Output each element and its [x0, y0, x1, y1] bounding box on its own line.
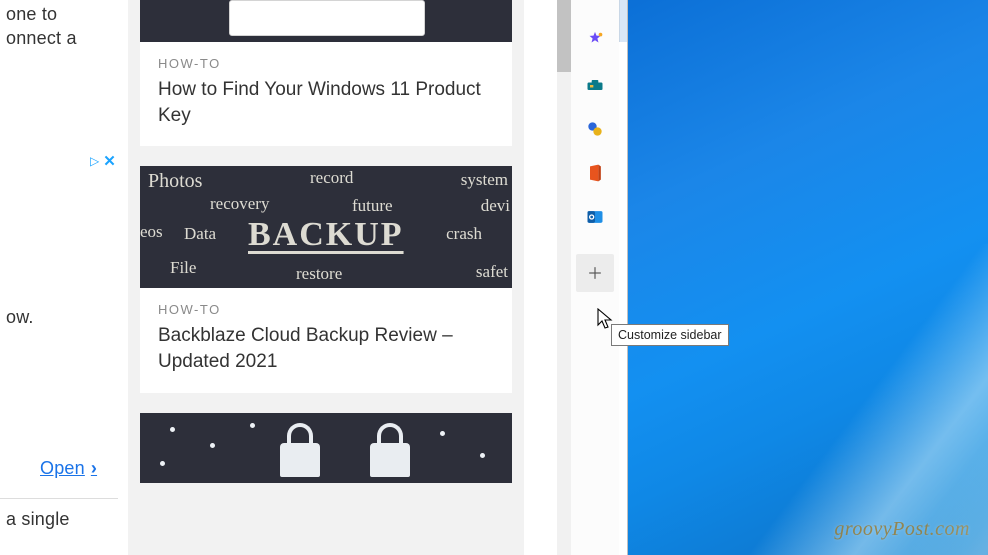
tools-icon[interactable]: [582, 72, 608, 98]
chalk-word: Photos: [148, 170, 202, 193]
chalk-word: crash: [446, 224, 482, 244]
chalk-word-main: BACKUP: [248, 216, 404, 254]
body-text-fragment: ow.: [6, 305, 114, 329]
office-icon[interactable]: [582, 160, 608, 186]
adchoices-icon[interactable]: ▷: [90, 154, 99, 168]
watermark-text: groovyPost.com: [834, 518, 970, 541]
chalk-word: Data: [184, 224, 216, 244]
plus-icon: [585, 263, 605, 283]
chalk-word: devi: [481, 196, 510, 216]
browser-window: one to onnect a ow. Open › a single ▷ ✕: [0, 0, 628, 555]
article-thumbnail: [140, 0, 512, 42]
customize-sidebar-button[interactable]: [576, 254, 614, 292]
tab-strip-edge: [619, 0, 627, 42]
chalk-word: recovery: [210, 194, 269, 214]
article-thumbnail: [140, 413, 512, 483]
article-title: Backblaze Cloud Backup Review – Updated …: [158, 323, 494, 374]
article-card[interactable]: HOW-TO How to Find Your Windows 11 Produ…: [140, 0, 512, 146]
tooltip: Customize sidebar: [611, 324, 729, 346]
ad-open-link[interactable]: Open ›: [40, 456, 97, 480]
chalk-word: record: [310, 168, 353, 188]
window-right-edge: [619, 42, 627, 555]
chalk-word: future: [352, 196, 393, 216]
scrollbar-thumb[interactable]: [557, 0, 571, 72]
body-text-fragment: one to onnect a: [6, 2, 114, 51]
scrollbar-track[interactable]: [557, 0, 571, 555]
outlook-icon[interactable]: [582, 204, 608, 230]
article-category: HOW-TO: [158, 302, 494, 317]
article-category: HOW-TO: [158, 56, 494, 71]
article-thumbnail: Photos record system recovery future dev…: [140, 166, 512, 288]
mouse-cursor: [597, 308, 615, 332]
ad-close-icon[interactable]: ✕: [103, 152, 116, 170]
chalk-word: system: [461, 170, 508, 190]
chevron-right-icon: ›: [91, 456, 97, 480]
page-content: one to onnect a ow. Open › a single ▷ ✕: [0, 0, 550, 555]
games-icon[interactable]: [582, 116, 608, 142]
chalk-word: safet: [476, 262, 508, 282]
desktop-wallpaper: groovyPost.com: [618, 0, 988, 555]
ad-info-controls: ▷ ✕: [90, 152, 116, 170]
chalk-word: restore: [296, 264, 342, 284]
ad-open-label: Open: [40, 456, 85, 480]
edge-sidebar: [571, 0, 619, 555]
body-text-fragment: a single: [0, 498, 118, 531]
chalk-word: eos: [140, 222, 163, 242]
article-card[interactable]: [140, 413, 512, 483]
article-card[interactable]: Photos record system recovery future dev…: [140, 166, 512, 392]
article-title: How to Find Your Windows 11 Product Key: [158, 77, 494, 128]
chalk-word: File: [170, 258, 196, 278]
decorative-dots: [140, 413, 512, 483]
related-articles-column: HOW-TO How to Find Your Windows 11 Produ…: [128, 0, 524, 555]
copilot-icon[interactable]: [582, 28, 608, 54]
